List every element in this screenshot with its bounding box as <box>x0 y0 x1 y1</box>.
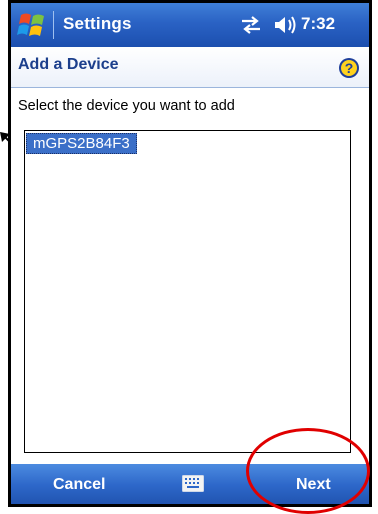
title-separator <box>53 11 54 39</box>
instruction-text: Select the device you want to add <box>18 98 235 114</box>
keyboard-icon[interactable] <box>182 475 204 492</box>
page-header: Add a Device ? <box>11 47 369 88</box>
list-item-device[interactable]: mGPS2B84F3 <box>26 133 137 154</box>
clock[interactable]: 7:32 <box>301 14 335 34</box>
svg-text:?: ? <box>345 60 354 76</box>
windows-flag-icon[interactable] <box>17 11 47 39</box>
app-title: Settings <box>63 14 132 33</box>
help-icon[interactable]: ? <box>338 57 360 79</box>
page-title: Add a Device <box>18 56 119 73</box>
speaker-icon[interactable] <box>273 15 297 35</box>
cancel-button[interactable]: Cancel <box>53 476 105 494</box>
device-list[interactable]: mGPS2B84F3 <box>24 130 351 453</box>
connectivity-arrows-icon[interactable] <box>240 16 262 34</box>
annotation-circle <box>246 428 370 514</box>
title-bar: Settings 7:32 <box>11 3 369 47</box>
